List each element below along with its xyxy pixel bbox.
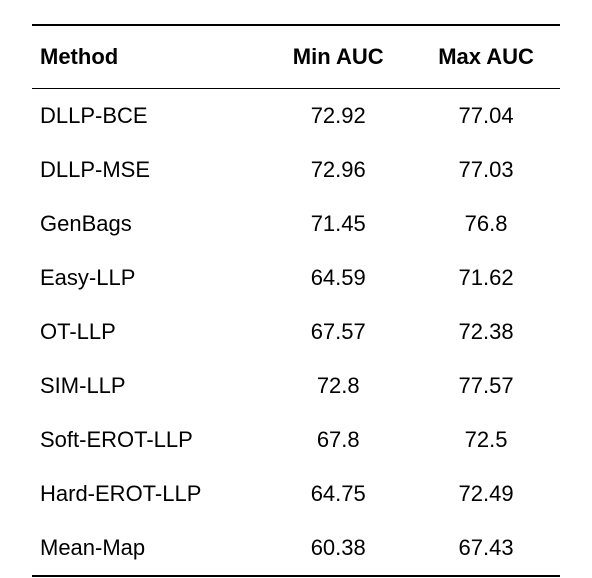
cell-min-auc: 67.8 — [264, 413, 412, 467]
cell-method: DLLP-MSE — [32, 143, 264, 197]
table-row: Soft-EROT-LLP67.872.5 — [32, 413, 560, 467]
cell-max-auc: 77.57 — [412, 359, 560, 413]
cell-method: Hard-EROT-LLP — [32, 467, 264, 521]
table-row: Easy-LLP64.5971.62 — [32, 251, 560, 305]
table-row: Mean-Map60.3867.43 — [32, 521, 560, 576]
cell-method: SIM-LLP — [32, 359, 264, 413]
cell-min-auc: 60.38 — [264, 521, 412, 576]
header-min-auc: Min AUC — [264, 25, 412, 89]
cell-method: Mean-Map — [32, 521, 264, 576]
cell-max-auc: 76.8 — [412, 197, 560, 251]
cell-min-auc: 72.8 — [264, 359, 412, 413]
header-row: Method Min AUC Max AUC — [32, 25, 560, 89]
cell-min-auc: 67.57 — [264, 305, 412, 359]
results-table: Method Min AUC Max AUC DLLP-BCE72.9277.0… — [32, 24, 560, 577]
cell-min-auc: 71.45 — [264, 197, 412, 251]
cell-min-auc: 72.96 — [264, 143, 412, 197]
cell-min-auc: 64.75 — [264, 467, 412, 521]
cell-method: Soft-EROT-LLP — [32, 413, 264, 467]
cell-max-auc: 71.62 — [412, 251, 560, 305]
cell-method: GenBags — [32, 197, 264, 251]
cell-min-auc: 72.92 — [264, 89, 412, 144]
cell-max-auc: 72.5 — [412, 413, 560, 467]
table-row: GenBags71.4576.8 — [32, 197, 560, 251]
table-row: DLLP-MSE72.9677.03 — [32, 143, 560, 197]
cell-max-auc: 72.38 — [412, 305, 560, 359]
cell-method: DLLP-BCE — [32, 89, 264, 144]
table-body: DLLP-BCE72.9277.04DLLP-MSE72.9677.03GenB… — [32, 89, 560, 577]
header-method: Method — [32, 25, 264, 89]
table-row: SIM-LLP72.877.57 — [32, 359, 560, 413]
table-row: OT-LLP67.5772.38 — [32, 305, 560, 359]
cell-method: OT-LLP — [32, 305, 264, 359]
table-row: Hard-EROT-LLP64.7572.49 — [32, 467, 560, 521]
cell-max-auc: 72.49 — [412, 467, 560, 521]
cell-max-auc: 77.04 — [412, 89, 560, 144]
header-max-auc: Max AUC — [412, 25, 560, 89]
cell-max-auc: 67.43 — [412, 521, 560, 576]
table-row: DLLP-BCE72.9277.04 — [32, 89, 560, 144]
cell-min-auc: 64.59 — [264, 251, 412, 305]
cell-method: Easy-LLP — [32, 251, 264, 305]
cell-max-auc: 77.03 — [412, 143, 560, 197]
